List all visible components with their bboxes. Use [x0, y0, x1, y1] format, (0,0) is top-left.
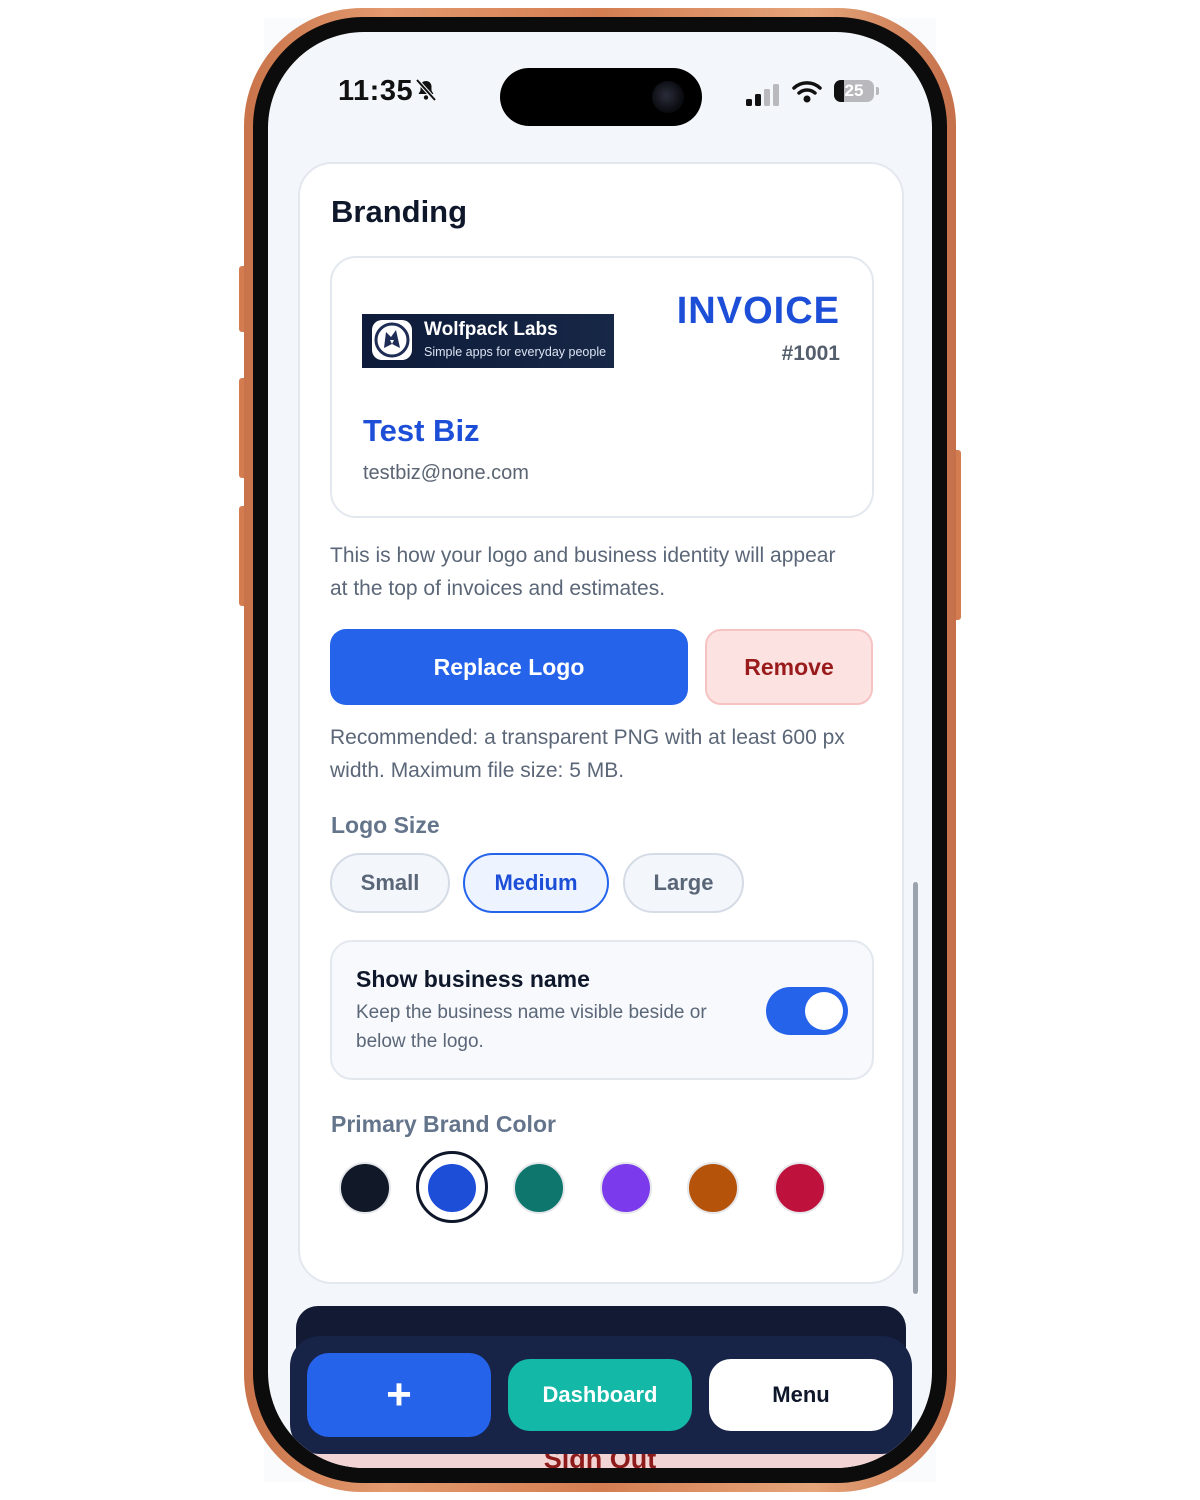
- wifi-icon: [792, 81, 822, 103]
- logo-size-small[interactable]: Small: [330, 853, 450, 913]
- logo-recommendation: Recommended: a transparent PNG with at l…: [330, 726, 845, 782]
- toggle-knob: [805, 992, 843, 1030]
- logo-size-label: Logo Size: [331, 812, 440, 838]
- brand-color-swatch[interactable]: [339, 1162, 391, 1214]
- invoice-title: INVOICE: [676, 290, 840, 332]
- branding-card: Branding Wolfpack Labs Simple apps for e…: [298, 162, 904, 1284]
- show-business-name-setting: Show business name Keep the business nam…: [330, 940, 874, 1080]
- brand-color-swatch[interactable]: [426, 1162, 478, 1214]
- phone-frame: 11:35 25 Branding Wolfpack Labs Simple a…: [244, 8, 956, 1492]
- brand-color-label: Primary Brand Color: [331, 1111, 556, 1137]
- battery-percent: 25: [844, 81, 864, 100]
- signal-icon: [746, 84, 779, 106]
- wolf-icon: [372, 320, 412, 360]
- camera-icon: [652, 81, 684, 113]
- business-logo: Wolfpack Labs Simple apps for everyday p…: [362, 314, 614, 368]
- section-title: Branding: [331, 194, 468, 229]
- dynamic-island: [500, 68, 702, 126]
- screen: 11:35 25 Branding Wolfpack Labs Simple a…: [268, 32, 932, 1468]
- brand-color-swatch[interactable]: [600, 1162, 652, 1214]
- battery-icon: 25: [834, 80, 874, 102]
- bell-slash-icon: [415, 78, 437, 102]
- status-time: 11:35: [338, 75, 414, 107]
- logo-size-large[interactable]: Large: [623, 853, 744, 913]
- logo-name: Wolfpack Labs: [424, 319, 558, 340]
- remove-logo-button[interactable]: Remove: [705, 629, 873, 705]
- dashboard-button[interactable]: Dashboard: [508, 1359, 692, 1431]
- add-button[interactable]: +: [307, 1353, 491, 1437]
- bottom-nav-bar: + Dashboard Menu: [290, 1336, 912, 1454]
- brand-color-swatch[interactable]: [774, 1162, 826, 1214]
- menu-button[interactable]: Menu: [709, 1359, 893, 1431]
- toggle-title: Show business name: [356, 966, 590, 992]
- business-name: Test Biz: [363, 413, 480, 448]
- battery-tip: [876, 87, 879, 95]
- business-email: testbiz@none.com: [363, 462, 529, 484]
- logo-size-medium[interactable]: Medium: [463, 853, 609, 913]
- invoice-header-preview: Wolfpack Labs Simple apps for everyday p…: [330, 256, 874, 518]
- show-business-name-toggle[interactable]: [766, 987, 848, 1035]
- invoice-number: #1001: [781, 342, 840, 365]
- preview-description: This is how your logo and business ident…: [330, 544, 836, 600]
- scrollbar[interactable]: [913, 882, 918, 1294]
- brand-color-swatch[interactable]: [687, 1162, 739, 1214]
- replace-logo-button[interactable]: Replace Logo: [330, 629, 688, 705]
- toggle-description: Keep the business name visible beside or…: [356, 1002, 707, 1052]
- brand-color-swatch[interactable]: [513, 1162, 565, 1214]
- logo-tagline: Simple apps for everyday people: [424, 345, 607, 359]
